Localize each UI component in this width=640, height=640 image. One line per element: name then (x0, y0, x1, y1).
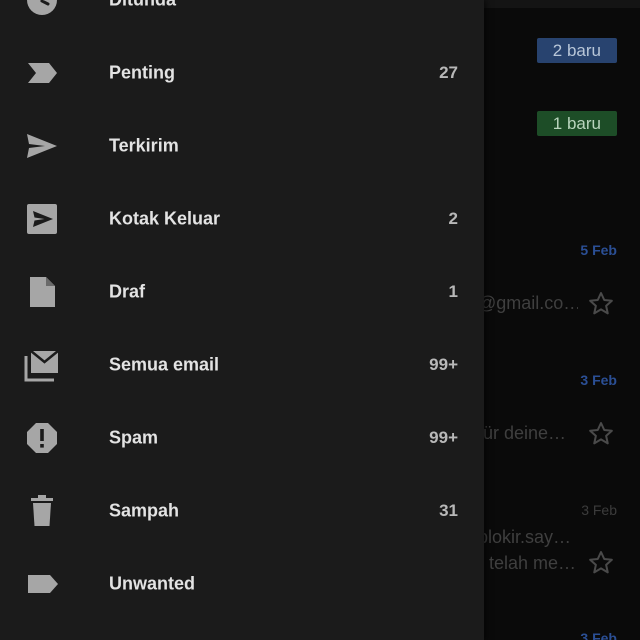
label-important-icon (24, 55, 60, 91)
outbox-icon (24, 201, 60, 237)
drawer-item-label: Penting (109, 62, 175, 82)
email-date: 3 Feb (580, 372, 617, 388)
drawer-item-label: Terkirim (109, 135, 179, 155)
navigation-drawer: Ditunda Penting 27 Terkirim Kotak Keluar… (0, 0, 484, 640)
star-icon[interactable] (586, 419, 616, 449)
drawer-item-drafts[interactable]: Draf 1 (0, 255, 484, 328)
clock-icon (24, 0, 60, 18)
send-icon (24, 128, 60, 164)
drawer-item-count: 1 (448, 281, 458, 301)
drawer-item-count: 2 (448, 208, 458, 228)
email-date: 3 Feb (580, 630, 617, 640)
drawer-item-spam[interactable]: Spam 99+ (0, 401, 484, 474)
drawer-item-label: Semua email (109, 354, 220, 374)
new-count-badge: 2 baru (536, 38, 617, 63)
email-snippet: @gmail.co… (478, 293, 578, 313)
drawer-item-label: Draf (109, 281, 146, 301)
email-date: 3 Feb (581, 502, 617, 518)
drawer-item-all-mail[interactable]: Semua email 99+ (0, 328, 484, 401)
drawer-item-count: 31 (439, 500, 458, 520)
drawer-item-label: Sampah (109, 500, 180, 520)
screen: 2 baru 1 baru 5 Feb @gmail.co… 3 Feb für… (0, 0, 640, 640)
star-icon[interactable] (586, 289, 616, 319)
email-snippet: telah me… (489, 553, 577, 573)
email-snippet: für deine… (478, 423, 567, 443)
draft-file-icon (24, 274, 60, 310)
new-count-badge: 1 baru (536, 111, 617, 136)
label-icon (24, 566, 60, 602)
drawer-item-unwanted[interactable]: Unwanted (0, 547, 484, 620)
spam-report-icon (24, 420, 60, 456)
drawer-item-outbox[interactable]: Kotak Keluar 2 (0, 182, 484, 255)
drawer-item-snoozed[interactable]: Ditunda (0, 0, 484, 36)
drawer-item-trash[interactable]: Sampah 31 (0, 474, 484, 547)
email-date: 5 Feb (580, 242, 617, 258)
drawer-item-label: Unwanted (109, 573, 196, 593)
drawer-item-important[interactable]: Penting 27 (0, 36, 484, 109)
drawer-item-label: Kotak Keluar (109, 208, 221, 228)
drawer-item-count: 27 (439, 62, 458, 82)
drawer-item-label: Spam (109, 427, 159, 447)
drawer-item-count: 99+ (429, 427, 458, 447)
email-sender: blokir.say… (478, 527, 572, 547)
trash-icon (24, 493, 60, 529)
drawer-item-label: Ditunda (109, 0, 176, 10)
drawer-item-sent[interactable]: Terkirim (0, 109, 484, 182)
all-mail-icon (24, 347, 60, 383)
star-icon[interactable] (586, 548, 616, 578)
drawer-item-count: 99+ (429, 354, 458, 374)
